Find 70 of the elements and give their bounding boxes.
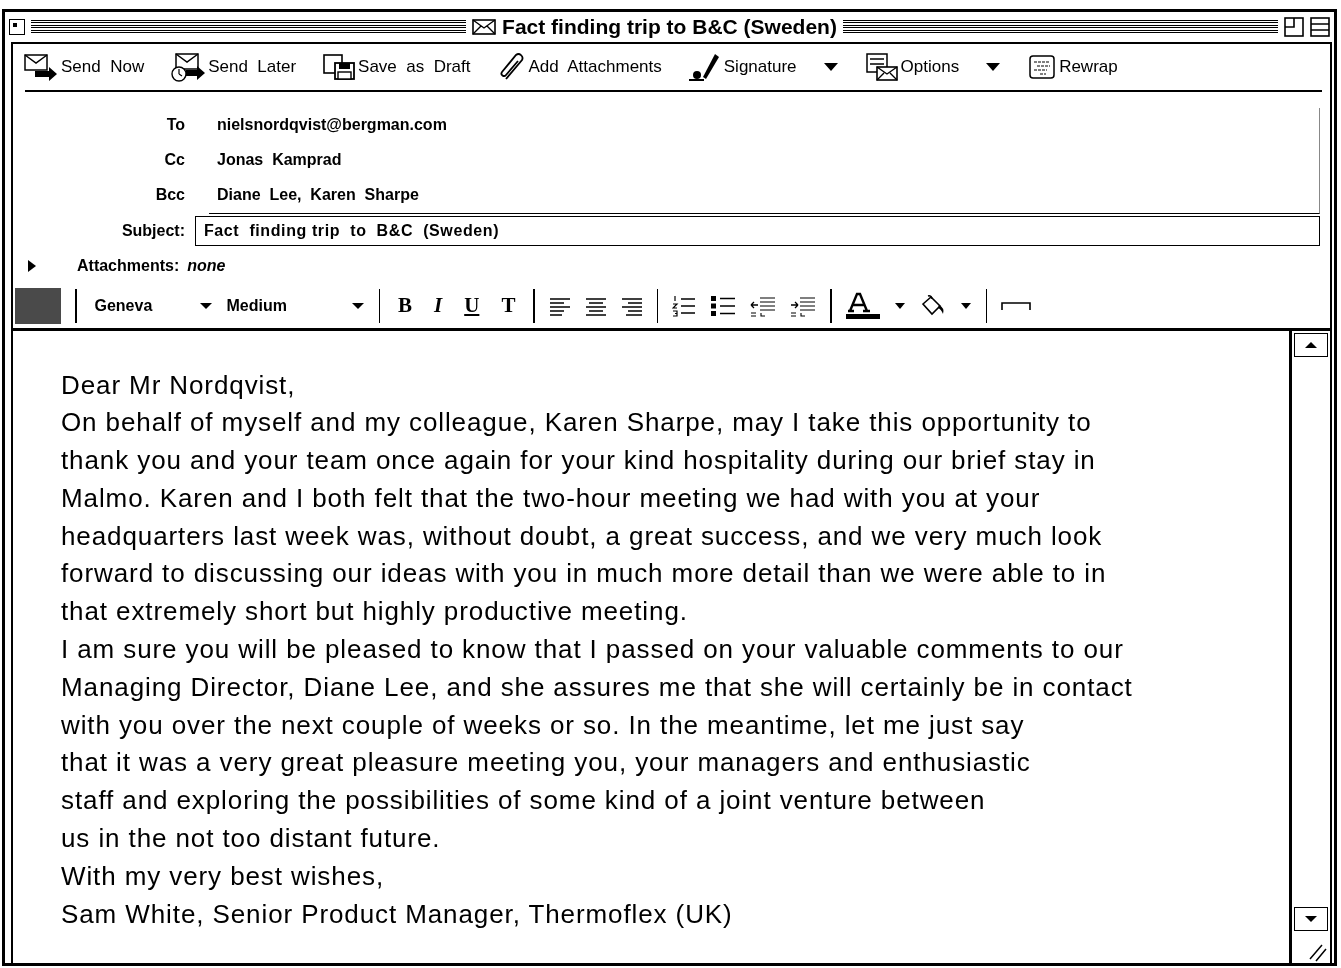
align-center-icon[interactable]: [584, 295, 607, 316]
style-button[interactable]: T: [497, 293, 520, 318]
collapse-box[interactable]: [1310, 17, 1330, 37]
zoom-box[interactable]: [1284, 17, 1304, 37]
window-title: Fact finding trip to B&C (Sweden): [502, 15, 837, 39]
envelope-icon: [472, 19, 497, 35]
body-text-line: Managing Director, Diane Lee, and she assures me that she will certainly be in contact: [61, 670, 1134, 704]
field-label: Cc: [163, 151, 185, 169]
bullet-list-icon[interactable]: [710, 294, 737, 317]
body-text-line: On behalf of myself and my colleague, Karen Sharpe, may I take this opportunity to: [61, 406, 1093, 440]
list-envelope-icon: [864, 52, 899, 82]
floppy-icon: [322, 53, 357, 81]
scroll-down-button[interactable]: [1294, 907, 1328, 931]
size-dropdown[interactable]: Medium: [226, 296, 337, 315]
disclosure-triangle-icon[interactable]: [27, 258, 37, 273]
outdent-icon[interactable]: [750, 294, 777, 317]
scroll-up-button[interactable]: [1294, 332, 1328, 357]
field-label: To: [165, 116, 185, 134]
paint-bucket-icon[interactable]: [919, 293, 946, 318]
envelope-clock-icon: [170, 52, 207, 82]
horizontal-rule-icon[interactable]: [1001, 300, 1032, 311]
body-text-line: us in the not too distant future.: [61, 822, 442, 856]
style-button[interactable]: U: [460, 293, 484, 318]
subject-field[interactable]: Fact finding trip to B&C (Sweden): [195, 215, 1320, 246]
toolbar-button[interactable]: Send Now: [23, 53, 145, 81]
body-text-line: staff and exploring the possibilities of some kind of a joint venture between: [61, 784, 987, 818]
toolbar-button[interactable]: Save as Draft: [322, 53, 471, 81]
text-color-icon[interactable]: [845, 291, 880, 320]
close-box[interactable]: [9, 19, 25, 35]
field-label: Attachments:: [77, 256, 180, 275]
align-right-icon[interactable]: [620, 295, 643, 316]
recipient-field[interactable]: nielsnordqvist@bergman.com: [217, 116, 447, 134]
scrollbar[interactable]: [1292, 330, 1330, 963]
style-button[interactable]: B: [394, 293, 416, 318]
toolbar-button[interactable]: Signature: [687, 52, 797, 82]
dropdown-caret-icon[interactable]: [822, 62, 839, 72]
recipient-field[interactable]: Jonas Kamprad: [217, 151, 342, 169]
color-swatch[interactable]: [15, 287, 61, 324]
field-label: Bcc: [154, 186, 185, 204]
dropdown-caret-icon[interactable]: [959, 301, 972, 310]
body-text-line: that it was a very great pleasure meeting you, your managers and enthusiastic: [61, 746, 1032, 780]
body-text-line: that extremely short but highly productive meeting.: [61, 595, 689, 629]
style-button[interactable]: I: [430, 293, 447, 318]
text-lines-icon: [1027, 54, 1058, 80]
dropdown-caret-icon[interactable]: [985, 62, 1002, 72]
toolbar-button[interactable]: Rewrap: [1027, 54, 1118, 80]
recipient-field[interactable]: Diane Lee, Karen Sharpe: [217, 186, 419, 204]
toolbar-button[interactable]: Options: [864, 52, 960, 82]
body-text-line: Dear Mr Nordqvist,: [61, 368, 297, 402]
indent-icon[interactable]: [790, 294, 817, 317]
body-text-line: thank you and your team once again for your kind hospitality during our brief stay in: [61, 444, 1097, 478]
field-label: Subject:: [120, 221, 185, 240]
body-text-line: Sam White, Senior Product Manager, Thermoflex (UK): [61, 897, 734, 931]
envelope-arrow-icon: [23, 53, 59, 81]
attachments-value: none: [187, 256, 226, 275]
body-text-line: with you over the next couple of weeks or so. In the meantime, let me just say: [61, 708, 1026, 742]
dropdown-caret-icon[interactable]: [893, 301, 906, 310]
body-text-line: I am sure you will be pleased to know that I passed on your valuable comments to our: [61, 633, 1125, 667]
body-text-line: headquarters last week was, without doubt, a great success, and we very much look: [61, 519, 1104, 553]
numbered-list-icon[interactable]: [672, 294, 697, 317]
align-left-icon[interactable]: [548, 295, 571, 316]
body-text-line: forward to discussing our ideas with you in much more detail than we were able to in: [61, 557, 1108, 591]
dropdown-caret-icon[interactable]: [350, 301, 365, 310]
toolbar-button[interactable]: Send Later: [170, 52, 297, 82]
body-text-line: Malmo. Karen and I both felt that the two-hour meeting we had with you at your: [61, 481, 1042, 515]
body-text-line: With my very best wishes,: [61, 859, 385, 893]
dropdown-caret-icon[interactable]: [198, 301, 213, 310]
pen-icon: [687, 52, 722, 82]
toolbar-button[interactable]: Add Attachments: [496, 52, 662, 82]
font-dropdown[interactable]: Geneva: [94, 296, 185, 315]
